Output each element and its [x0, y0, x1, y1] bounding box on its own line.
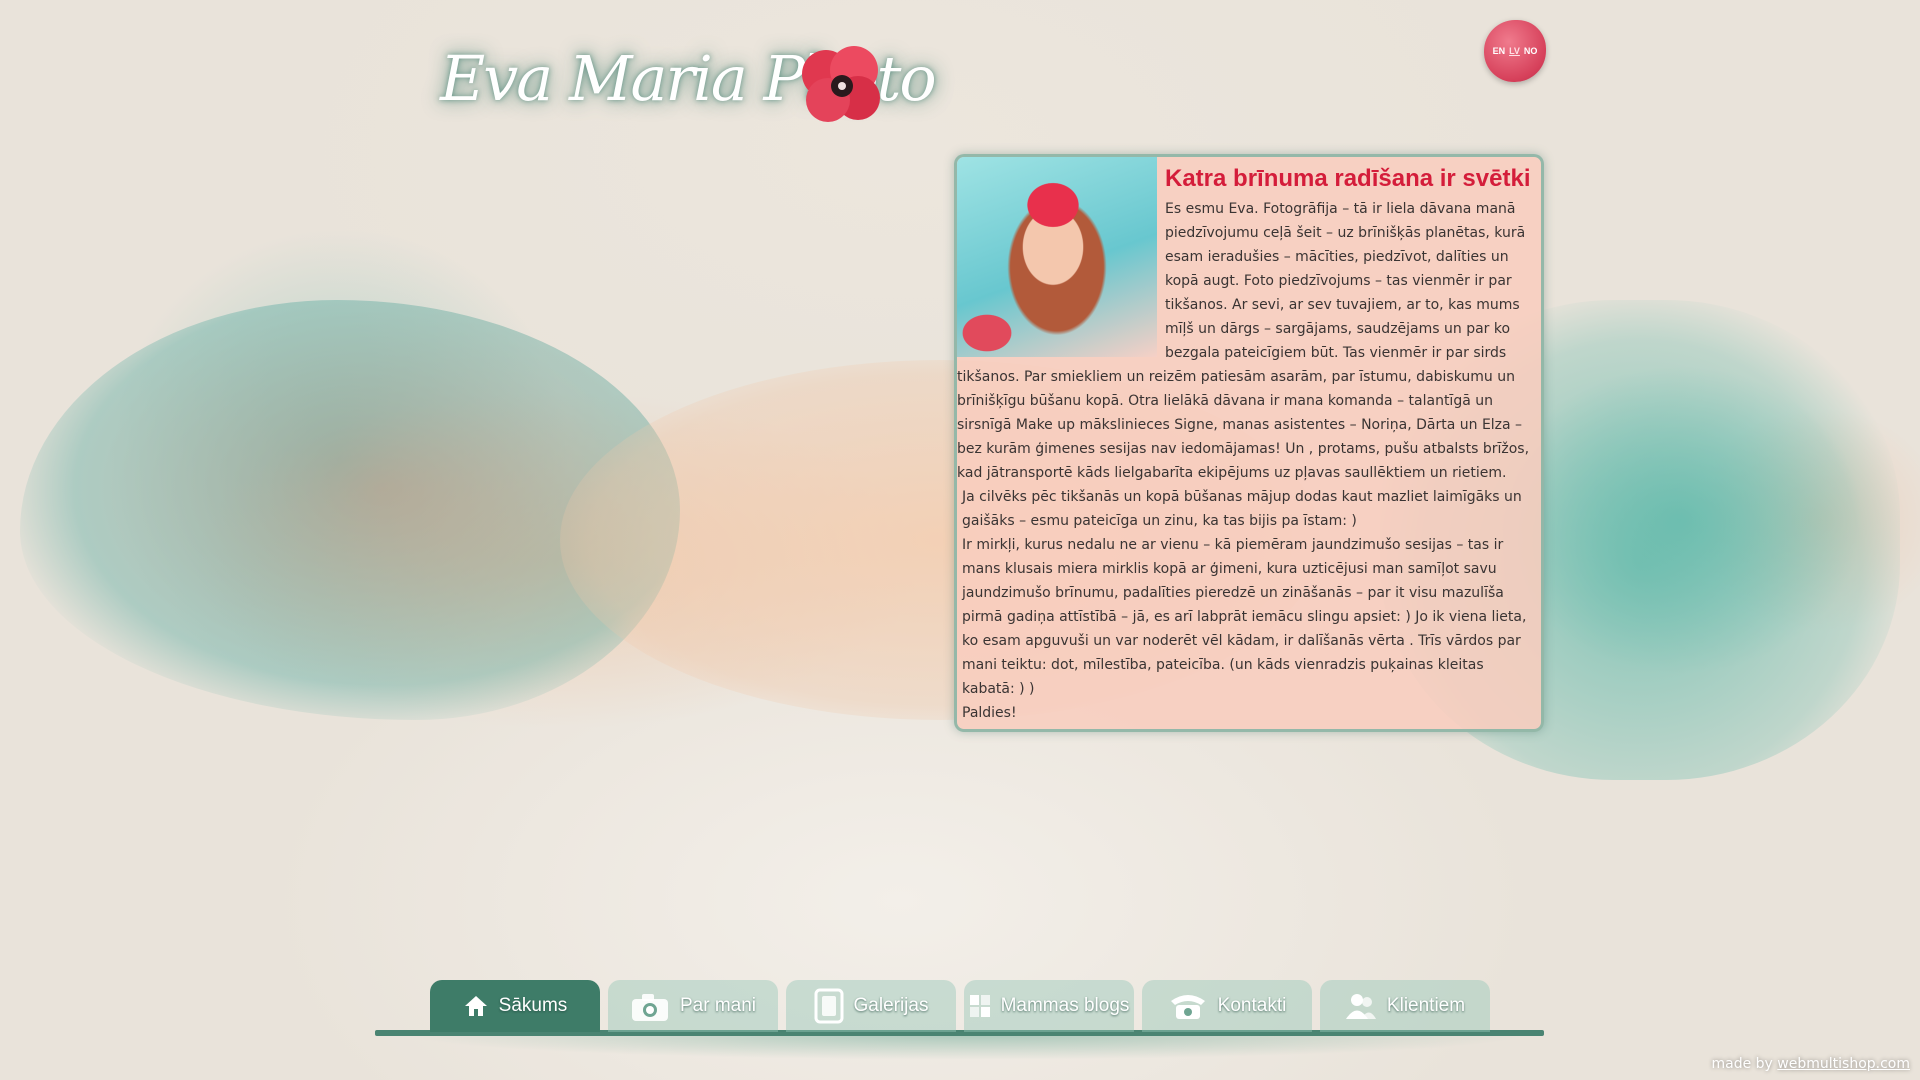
paragraph-newborn: Ir mirkļi, kurus nedalu ne ar vienu – kā… — [962, 537, 1527, 697]
main-navigation: Sākums Par mani Galerijas Mammas blogs K… — [375, 980, 1544, 1060]
nav-item-mammas-blogs[interactable]: Mammas blogs — [964, 980, 1134, 1032]
users-icon — [1345, 992, 1377, 1020]
nav-label: Klientiem — [1386, 995, 1466, 1016]
nav-label: Galerijas — [853, 995, 929, 1016]
portrait-photo — [957, 157, 1157, 357]
nav-item-galerijas[interactable]: Galerijas — [786, 980, 956, 1032]
site-logo[interactable]: Eva Maria Photo — [440, 28, 937, 140]
nav-label: Par mani — [679, 995, 757, 1016]
lang-no[interactable]: NO — [1524, 46, 1538, 56]
footer-credit: made by webmultishop.com — [1712, 1056, 1911, 1072]
nav-glow — [400, 1034, 1534, 1060]
language-switcher: EN LV NO — [1484, 20, 1546, 82]
nav-label: Sākums — [498, 995, 568, 1016]
nav-label: Mammas blogs — [1000, 995, 1130, 1016]
content-card: Katra brīnuma radīšana ir svētki Es esmu… — [954, 154, 1544, 732]
nav-item-sakums[interactable]: Sākums — [430, 980, 600, 1032]
nav-label: Kontakti — [1217, 995, 1287, 1016]
footer-link[interactable]: webmultishop.com — [1777, 1056, 1910, 1072]
blog-grid-icon — [969, 994, 991, 1018]
nav-item-kontakti[interactable]: Kontakti — [1142, 980, 1312, 1032]
photo-frame-icon — [814, 988, 844, 1024]
paragraph-gratitude: Ja cilvēks pēc tikšanās un kopā būšanas … — [962, 489, 1522, 529]
lang-lv[interactable]: LV — [1509, 46, 1520, 56]
lang-en[interactable]: EN — [1493, 46, 1506, 56]
poppy-flower-icon — [802, 46, 880, 122]
home-icon — [463, 994, 489, 1018]
camera-icon — [630, 989, 670, 1023]
paragraph-thanks: Paldies! — [962, 705, 1017, 721]
nav-item-par-mani[interactable]: Par mani — [608, 980, 778, 1032]
nav-item-klientiem[interactable]: Klientiem — [1320, 980, 1490, 1032]
footer-prefix: made by — [1711, 1056, 1773, 1072]
telephone-icon — [1168, 991, 1208, 1021]
